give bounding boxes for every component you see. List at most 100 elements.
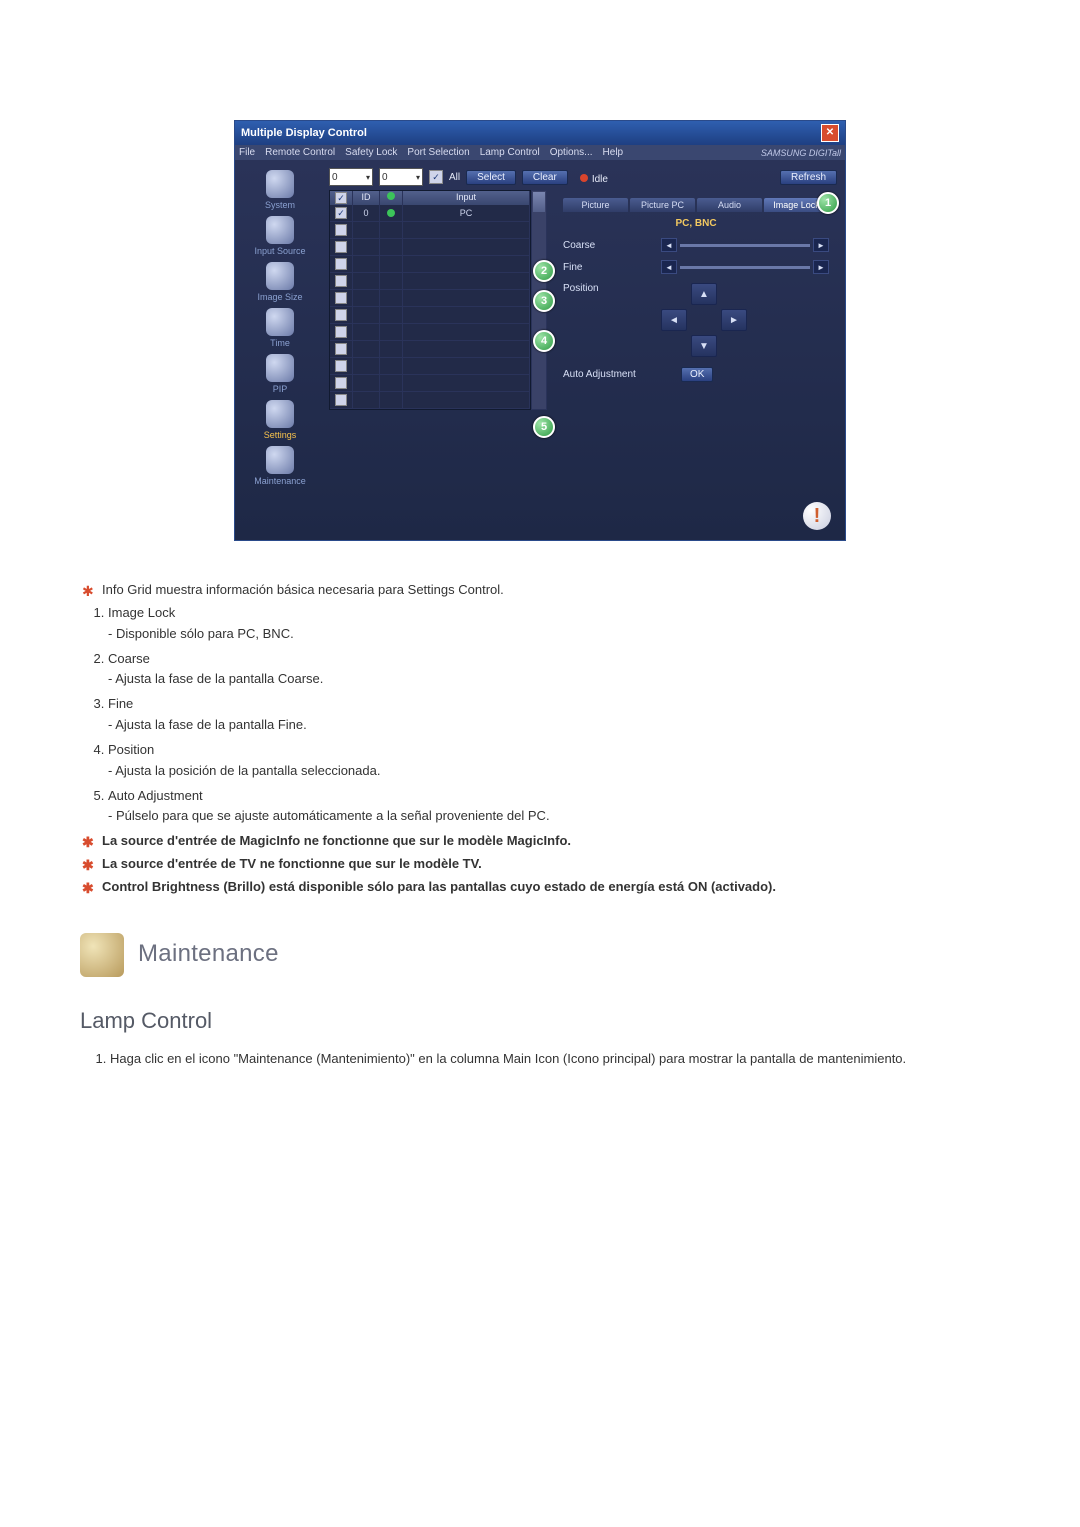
row-checkbox[interactable] [330, 375, 353, 392]
fine-slider[interactable]: ◄ ► [661, 261, 829, 273]
grid-row[interactable] [330, 307, 530, 324]
coarse-label: Coarse [563, 240, 653, 251]
clear-button[interactable]: Clear [522, 170, 568, 185]
all-checkbox[interactable] [429, 170, 443, 184]
row-checkbox[interactable] [330, 273, 353, 290]
grid-row[interactable] [330, 324, 530, 341]
grid-row[interactable]: 0PC [330, 205, 530, 222]
menubar: File Remote Control Safety Lock Port Sel… [235, 145, 845, 160]
grid-row[interactable] [330, 358, 530, 375]
row-checkbox[interactable] [330, 358, 353, 375]
row-checkbox[interactable] [330, 205, 353, 222]
numbered-list: Image Lock Disponible sólo para PC, BNC.… [80, 604, 1000, 826]
note-3: Control Brightness (Brillo) está disponi… [80, 878, 1000, 897]
dropdown-1[interactable]: 0 [329, 168, 373, 186]
scroll-thumb[interactable] [533, 192, 545, 212]
tab-picture[interactable]: Picture [563, 198, 628, 212]
tabs: Picture Picture PC Audio Image Lock [563, 198, 829, 212]
sidebar-item-settings[interactable]: Settings [245, 400, 315, 440]
row-id [353, 375, 380, 392]
row-checkbox[interactable] [330, 324, 353, 341]
coarse-right-arrow-icon[interactable]: ► [813, 238, 829, 252]
grid-row[interactable] [330, 392, 530, 409]
grid-row[interactable] [330, 290, 530, 307]
row-checkbox[interactable] [330, 341, 353, 358]
menu-lamp-control[interactable]: Lamp Control [480, 147, 540, 158]
sidebar-item-pip[interactable]: PIP [245, 354, 315, 394]
row-status [380, 307, 403, 324]
row-checkbox[interactable] [330, 392, 353, 409]
row-checkbox[interactable] [330, 222, 353, 239]
sidebar-item-maintenance[interactable]: Maintenance [245, 446, 315, 486]
grid-row[interactable] [330, 222, 530, 239]
fine-track[interactable] [680, 266, 810, 269]
refresh-button[interactable]: Refresh [780, 170, 837, 185]
app-window: Multiple Display Control ✕ File Remote C… [234, 120, 846, 541]
position-up-button[interactable]: ▲ [691, 283, 717, 305]
row-input [403, 341, 530, 358]
row-input [403, 256, 530, 273]
settings-icon [266, 400, 294, 428]
position-pad: ▲ ◄ ► ▼ [661, 283, 747, 357]
status-dot-icon [580, 174, 588, 182]
grid-row[interactable] [330, 256, 530, 273]
fine-right-arrow-icon[interactable]: ► [813, 260, 829, 274]
position-right-button[interactable]: ► [721, 309, 747, 331]
row-checkbox[interactable] [330, 307, 353, 324]
item-3-desc: Ajusta la fase de la pantalla Fine. [108, 716, 1000, 735]
sidebar-label-time: Time [270, 338, 290, 348]
row-checkbox[interactable] [330, 290, 353, 307]
tab-audio[interactable]: Audio [697, 198, 762, 212]
grid-row[interactable] [330, 273, 530, 290]
close-icon[interactable]: ✕ [821, 124, 839, 142]
sidebar-item-system[interactable]: System [245, 170, 315, 210]
dropdown-2[interactable]: 0 [379, 168, 423, 186]
sidebar-item-time[interactable]: Time [245, 308, 315, 348]
tab-picture-pc[interactable]: Picture PC [630, 198, 695, 212]
menu-options[interactable]: Options... [550, 147, 593, 158]
row-id [353, 341, 380, 358]
row-input [403, 324, 530, 341]
position-label: Position [563, 283, 653, 294]
dropdown-2-value: 0 [382, 172, 388, 183]
grid-row[interactable] [330, 375, 530, 392]
sidebar-item-image-size[interactable]: Image Size [245, 262, 315, 302]
sidebar-item-input-source[interactable]: Input Source [245, 216, 315, 256]
row-input [403, 307, 530, 324]
time-icon [266, 308, 294, 336]
menu-file[interactable]: File [239, 147, 255, 158]
auto-adjust-label: Auto Adjustment [563, 369, 673, 380]
menu-remote-control[interactable]: Remote Control [265, 147, 335, 158]
alert-icon: ! [803, 502, 831, 530]
grid-row[interactable] [330, 239, 530, 256]
coarse-left-arrow-icon[interactable]: ◄ [661, 238, 677, 252]
row-checkbox[interactable] [330, 256, 353, 273]
row-input [403, 222, 530, 239]
row-status [380, 392, 403, 409]
pip-icon [266, 354, 294, 382]
grid-wrap: ID Input 0PC [329, 190, 547, 410]
row-coarse: Coarse ◄ ► [563, 239, 829, 251]
select-button[interactable]: Select [466, 170, 516, 185]
grid-row[interactable] [330, 341, 530, 358]
header-checkbox[interactable] [335, 192, 347, 204]
menu-help[interactable]: Help [603, 147, 624, 158]
item-3-title: Fine [108, 696, 133, 711]
item-2: Coarse Ajusta la fase de la pantalla Coa… [108, 650, 1000, 690]
section-maintenance: Maintenance [80, 933, 1000, 977]
menu-safety-lock[interactable]: Safety Lock [345, 147, 397, 158]
coarse-track[interactable] [680, 244, 810, 247]
row-checkbox[interactable] [330, 239, 353, 256]
note-2: La source d'entrée de TV ne fonctionne q… [80, 855, 1000, 874]
row-id: 0 [353, 205, 380, 222]
fine-left-arrow-icon[interactable]: ◄ [661, 260, 677, 274]
app-title: Multiple Display Control [241, 127, 367, 139]
position-down-button[interactable]: ▼ [691, 335, 717, 357]
coarse-slider[interactable]: ◄ ► [661, 239, 829, 251]
menu-port-selection[interactable]: Port Selection [407, 147, 469, 158]
row-position: Position ▲ ◄ ► ▼ [563, 283, 829, 357]
row-input [403, 358, 530, 375]
main-area: 0 0 All Select Clear Idle Refresh [325, 160, 845, 540]
position-left-button[interactable]: ◄ [661, 309, 687, 331]
ok-button[interactable]: OK [681, 367, 713, 382]
